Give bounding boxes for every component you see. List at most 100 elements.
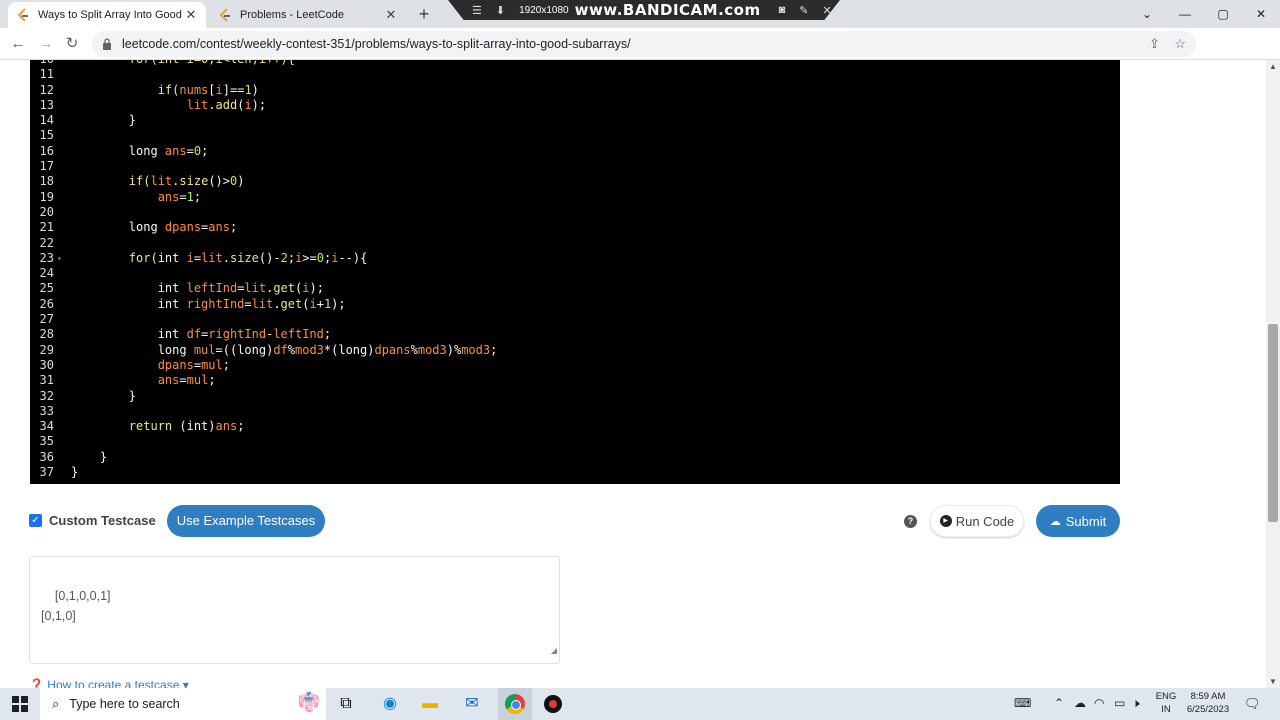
search-icon: ⌕: [52, 696, 60, 711]
code-token: size: [230, 250, 259, 265]
share-icon[interactable]: ⇪ ☆: [1149, 36, 1186, 52]
tray-chevron-up-icon[interactable]: ⌃: [1054, 696, 1064, 710]
address-bar[interactable]: leetcode.com/contest/weekly-contest-351/…: [92, 31, 1196, 57]
code-token: 1: [186, 189, 194, 204]
code-token: lit: [251, 296, 274, 311]
taskbar-clock[interactable]: 8:59 AM 6/25/2023: [1180, 690, 1236, 716]
keyboard-icon[interactable]: ⌨: [1014, 696, 1031, 710]
testcase-input[interactable]: [0,1,0,0,1] [0,1,0] ◢: [29, 556, 560, 664]
wifi-icon[interactable]: ◠: [1094, 696, 1104, 710]
tab-problems-leetcode[interactable]: Problems - LeetCode ✕: [210, 2, 406, 28]
line-number: 27: [39, 312, 54, 327]
battery-icon[interactable]: ▭: [1114, 696, 1125, 710]
notification-icon[interactable]: 🗨: [1244, 696, 1261, 712]
line-number: 34: [39, 419, 54, 434]
code-token: *(long): [323, 342, 375, 357]
tab-close-icon[interactable]: ✕: [384, 7, 398, 23]
close-window-button[interactable]: ✕: [1242, 0, 1280, 28]
code-editor[interactable]: 10 for(int i=0;i<len;i++){ 1112 if(nums[…: [30, 60, 1120, 484]
fold-arrow-icon[interactable]: ▾: [57, 251, 62, 266]
line-number: 37: [39, 465, 54, 480]
code-token: if(: [71, 82, 180, 97]
edge-browser-icon[interactable]: ◉: [378, 692, 402, 716]
code-token: dpans: [164, 220, 202, 235]
help-icon[interactable]: ?: [904, 515, 917, 528]
taskbar-search-placeholder: Type here to search: [69, 697, 180, 711]
line-number: 28: [39, 327, 54, 342]
windows-taskbar: ⌕ Type here to search 👘 ⧉ ◉ ▬ ✉ ⌨ ⌃ ☁ ◠ …: [0, 688, 1280, 720]
code-token: .: [273, 296, 281, 311]
code-line: 34 return (int)ans;: [30, 419, 1120, 434]
how-to-create-testcase-link[interactable]: ❓ How to create a testcase ▾: [29, 678, 189, 688]
bandicam-taskbar-icon[interactable]: [544, 695, 562, 713]
code-token: long: [71, 342, 194, 357]
camera-icon[interactable]: ◙: [779, 4, 786, 16]
leetcode-favicon-icon: [219, 8, 230, 22]
scroll-up-icon[interactable]: ▲: [1266, 62, 1280, 71]
line-number: 36: [39, 449, 54, 464]
new-tab-button[interactable]: +: [414, 4, 434, 25]
scrollbar-thumb[interactable]: [1268, 324, 1278, 522]
code-token: );: [251, 97, 267, 112]
code-line: 29 long mul=((long)df%mod3*(long)dpans%m…: [30, 343, 1120, 358]
volume-muted-icon[interactable]: 🕨: [1132, 696, 1140, 711]
code-token: .: [208, 97, 216, 112]
code-token: for(: [71, 250, 158, 265]
page-scrollbar[interactable]: ▲ ▼: [1266, 60, 1280, 688]
code-token: df: [273, 342, 288, 357]
code-token: dpans: [374, 342, 411, 357]
tab-close-icon[interactable]: ✕: [184, 7, 198, 23]
code-line: 25 int leftInd=lit.get(i);: [30, 281, 1120, 296]
browser-tab-strip: Ways to Split Array Into Good Su ✕ Probl…: [0, 0, 1280, 28]
pin-icon[interactable]: ⬇: [496, 4, 505, 17]
code-line: 33: [30, 404, 1120, 419]
code-token: =: [186, 143, 194, 158]
mail-icon[interactable]: ✉: [460, 692, 484, 716]
language-indicator[interactable]: ENG IN: [1152, 690, 1180, 716]
forward-arrow-icon[interactable]: →: [36, 34, 56, 54]
tab-search-chevron-icon[interactable]: ⌄: [1128, 0, 1166, 28]
code-token: }: [71, 465, 79, 480]
code-token: 2: [280, 250, 288, 265]
tab-ways-to-split-array[interactable]: Ways to Split Array Into Good Su ✕: [8, 2, 206, 28]
code-token: if(: [71, 174, 151, 189]
code-token: nums: [179, 82, 209, 97]
pencil-icon[interactable]: ✎: [799, 4, 808, 17]
resize-handle-icon[interactable]: ◢: [551, 641, 557, 661]
line-number: 16: [39, 143, 54, 158]
maximize-button[interactable]: ▢: [1204, 0, 1242, 28]
code-line: 28 int df=rightInd-leftInd;: [30, 327, 1120, 342]
code-line: 35: [30, 434, 1120, 449]
minimize-button[interactable]: —: [1166, 0, 1204, 28]
run-code-button[interactable]: ▶ Run Code: [930, 505, 1024, 537]
menu-icon[interactable]: ☰: [472, 4, 482, 17]
code-token: rightInd: [208, 327, 267, 342]
back-arrow-icon[interactable]: ←: [8, 34, 28, 54]
task-view-icon[interactable]: ⧉: [334, 692, 358, 716]
chrome-taskbar-icon[interactable]: [498, 688, 532, 720]
cloud-upload-icon: ☁: [1049, 515, 1061, 528]
submit-button[interactable]: ☁ Submit: [1036, 505, 1120, 537]
windows-start-icon[interactable]: [12, 696, 28, 712]
code-token: ()>: [208, 174, 230, 189]
submit-label: Submit: [1065, 513, 1107, 529]
line-number: 20: [39, 204, 54, 219]
cloud-icon[interactable]: ☁: [1074, 696, 1086, 710]
reload-icon[interactable]: ↻: [62, 34, 82, 54]
code-token: =: [193, 357, 202, 372]
code-line: 20: [30, 205, 1120, 220]
code-token: size: [179, 174, 209, 189]
code-token: return: [71, 419, 180, 434]
custom-testcase-checkbox[interactable]: ✓: [29, 514, 42, 527]
scroll-down-icon[interactable]: ▼: [1266, 677, 1280, 686]
use-example-testcases-button[interactable]: Use Example Testcases: [167, 505, 325, 537]
code-line: 37}: [30, 465, 1120, 480]
taskbar-search-box[interactable]: ⌕ Type here to search 👘: [40, 688, 326, 720]
code-token: ;: [490, 342, 498, 357]
close-icon[interactable]: ✕: [822, 4, 831, 17]
code-token: lit: [244, 281, 267, 296]
file-explorer-icon[interactable]: ▬: [418, 692, 442, 716]
code-token: ): [237, 174, 245, 189]
line-number: 17: [39, 159, 54, 174]
